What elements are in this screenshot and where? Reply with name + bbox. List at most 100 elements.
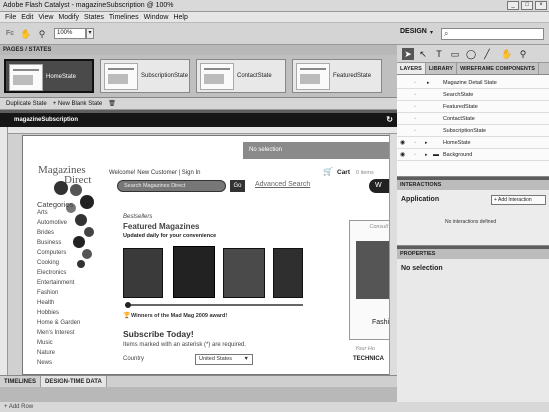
category-link[interactable]: Men's Interest: [37, 330, 97, 340]
expand-arrow-icon[interactable]: ▸: [425, 137, 428, 149]
category-link[interactable]: Nature: [37, 350, 97, 360]
magazine-cover[interactable]: [123, 248, 163, 298]
line-tool-icon[interactable]: ╱: [481, 48, 493, 60]
menu-states[interactable]: States: [84, 14, 104, 21]
menu-edit[interactable]: Edit: [21, 14, 33, 21]
direct-select-tool-icon[interactable]: ↖: [417, 48, 429, 60]
maximize-button[interactable]: □: [521, 1, 533, 10]
menu-view[interactable]: View: [38, 14, 53, 21]
country-select[interactable]: United States ▼: [195, 354, 253, 365]
featured-title: Featured Magazines: [123, 222, 200, 231]
layer-row[interactable]: ◉ ▫ ▸ HomeState: [397, 137, 549, 149]
text-tool-icon[interactable]: T: [433, 48, 445, 60]
tab-library[interactable]: LIBRARY: [426, 63, 458, 74]
search-field[interactable]: ⌕: [441, 28, 544, 40]
lock-icon[interactable]: ▫: [414, 113, 416, 125]
category-link[interactable]: Home & Garden: [37, 320, 97, 330]
category-link[interactable]: News: [37, 360, 97, 370]
minimize-button[interactable]: _: [507, 1, 519, 10]
layer-row[interactable]: ◉ ▫ ▸ ▬ Background: [397, 149, 549, 161]
refresh-icon[interactable]: ↻: [386, 113, 393, 127]
consult-label: Consult: [369, 224, 388, 230]
duplicate-state-button[interactable]: Duplicate State: [6, 101, 47, 107]
tools-panel: ➤ ↖ T ▭ ◯ ╱ ✋ ⚲: [397, 45, 549, 63]
category-link[interactable]: Fashion: [37, 290, 97, 300]
state-label: ContactState: [237, 73, 272, 79]
cart-label[interactable]: Cart: [337, 169, 350, 176]
lock-icon[interactable]: ▫: [414, 101, 416, 113]
tab-design-time-data[interactable]: DESIGN-TIME DATA: [41, 376, 107, 387]
layer-row[interactable]: ▫ SearchState: [397, 89, 549, 101]
menu-timelines[interactable]: Timelines: [109, 14, 139, 21]
category-link[interactable]: Cooking: [37, 260, 97, 270]
category-link[interactable]: Music: [37, 340, 97, 350]
workspace-dropdown-icon[interactable]: ▾: [430, 29, 433, 36]
tab-layers[interactable]: LAYERS: [397, 63, 426, 74]
category-link[interactable]: Entertainment: [37, 280, 97, 290]
menu-help[interactable]: Help: [173, 14, 187, 21]
magazine-cover[interactable]: [223, 248, 265, 298]
hand-tool-icon[interactable]: ✋: [501, 48, 513, 60]
site-search-input[interactable]: Search Magazines Direct: [117, 180, 226, 192]
advanced-search-link[interactable]: Advanced Search: [255, 181, 310, 188]
lock-icon[interactable]: ▫: [414, 125, 416, 137]
eye-icon[interactable]: ◉: [400, 137, 405, 149]
tab-wireframe-components[interactable]: WIREFRAME COMPONENTS: [457, 63, 539, 74]
workspace-label[interactable]: DESIGN: [400, 28, 427, 35]
category-link[interactable]: Business: [37, 240, 97, 250]
category-link[interactable]: Brides: [37, 230, 97, 240]
category-link[interactable]: Health: [37, 300, 97, 310]
magazine-cover[interactable]: [273, 248, 303, 298]
magazine-cover[interactable]: [173, 246, 215, 298]
eye-icon[interactable]: ◉: [400, 149, 405, 161]
category-link[interactable]: Computers: [37, 250, 97, 260]
nav-tab-dark[interactable]: W: [369, 179, 391, 193]
layer-row[interactable]: ▫ SubscriptionState: [397, 125, 549, 137]
canvas-vertical-scrollbar[interactable]: [389, 134, 397, 375]
menu-bar: File Edit View Modify States Timelines W…: [0, 12, 549, 23]
layer-row[interactable]: ▫ ContactState: [397, 113, 549, 125]
welcome-text[interactable]: Welcome! New Customer | Sign In: [109, 170, 200, 176]
category-link[interactable]: Automotive: [37, 220, 97, 230]
menu-modify[interactable]: Modify: [58, 14, 79, 21]
zoom-icon[interactable]: ⚲: [36, 28, 48, 40]
category-link[interactable]: Arts: [37, 210, 97, 220]
lock-icon[interactable]: ▫: [414, 149, 416, 161]
new-blank-state-button[interactable]: + New Blank State: [53, 101, 103, 107]
trash-icon[interactable]: 🗑: [108, 100, 116, 107]
expand-arrow-icon[interactable]: ▸: [425, 149, 428, 161]
interactions-panel: Application + Add Interaction No interac…: [397, 190, 549, 246]
close-button[interactable]: ×: [535, 1, 547, 10]
zoom-field[interactable]: 100%: [54, 28, 86, 39]
lock-icon[interactable]: ▫: [414, 137, 416, 149]
state-thumb-subscription[interactable]: SubscriptionState: [100, 59, 190, 93]
design-canvas[interactable]: Magazines Direct Welcome! New Customer |…: [0, 127, 397, 375]
carousel-thumb[interactable]: [125, 302, 131, 308]
menu-file[interactable]: File: [5, 14, 16, 21]
lock-icon[interactable]: ▫: [414, 89, 416, 101]
chevron-down-icon: ▼: [243, 356, 249, 362]
site-go-button[interactable]: Go: [230, 180, 245, 192]
cart-icon[interactable]: 🛒: [323, 167, 333, 176]
lock-icon[interactable]: ▫: [414, 77, 416, 89]
layer-row[interactable]: ▫ ▸ Magazine Detail State: [397, 77, 549, 89]
rectangle-tool-icon[interactable]: ▭: [449, 48, 461, 60]
layer-row[interactable]: ▫ FeaturedState: [397, 101, 549, 113]
zoom-dropdown-icon[interactable]: ▾: [86, 28, 94, 39]
menu-window[interactable]: Window: [144, 14, 169, 21]
add-interaction-button[interactable]: + Add Interaction: [491, 195, 546, 205]
ellipse-tool-icon[interactable]: ◯: [465, 48, 477, 60]
category-link[interactable]: Electronics: [37, 270, 97, 280]
hand-icon[interactable]: ✋: [20, 28, 32, 40]
carousel-track[interactable]: [125, 304, 303, 306]
category-link[interactable]: Hobbies: [37, 310, 97, 320]
state-thumb-featured[interactable]: FeaturedState: [292, 59, 382, 93]
state-thumb-home[interactable]: HomeState: [4, 59, 94, 93]
add-row-button[interactable]: Add Row: [9, 404, 33, 410]
state-thumb-contact[interactable]: ContactState: [196, 59, 286, 93]
tab-timelines[interactable]: TIMELINES: [0, 376, 42, 387]
expand-arrow-icon[interactable]: ▸: [427, 77, 430, 89]
artboard[interactable]: Magazines Direct Welcome! New Customer |…: [22, 135, 391, 375]
select-tool-icon[interactable]: ➤: [402, 48, 414, 60]
zoom-tool-icon[interactable]: ⚲: [517, 48, 529, 60]
